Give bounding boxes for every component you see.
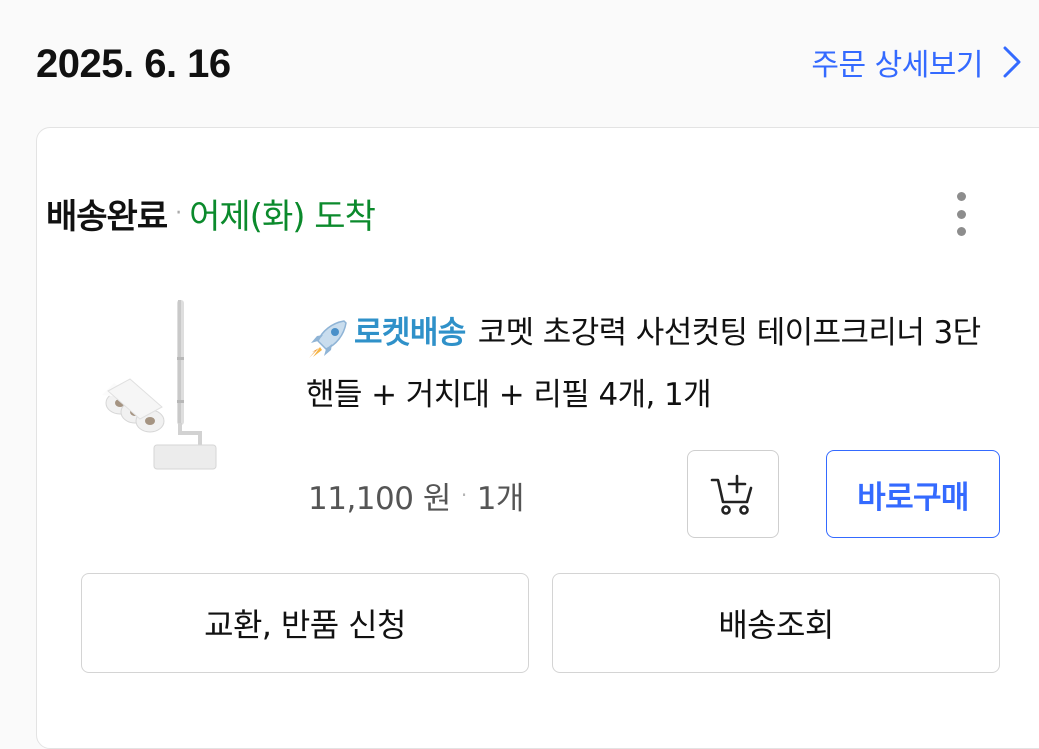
rocket-delivery-badge: 로켓배송 [306, 302, 478, 364]
order-detail-link[interactable]: 주문 상세보기 [811, 38, 1027, 86]
product-title[interactable]: 로켓배송 코멧 초강력 사선컷팅 테이프크리너 3단 핸들 + 거치대 + 리필… [306, 302, 996, 426]
delivery-tracking-button[interactable]: 배송조회 [552, 573, 1000, 673]
add-to-cart-button[interactable] [687, 450, 779, 538]
buy-now-button[interactable]: 바로구매 [826, 450, 1000, 538]
delivery-status-label: 배송완료 [46, 196, 168, 237]
delivery-status: 배송완료 · 어제(화) 도착 [46, 188, 376, 238]
product-price: 11,100 원 [308, 480, 451, 517]
product-image[interactable] [92, 295, 222, 480]
rocket-delivery-label: 로켓배송 [354, 315, 466, 351]
price-row: 11,100 원 · 1개 [308, 470, 524, 520]
lint-roller-icon [102, 300, 217, 470]
order-detail-link-label: 주문 상세보기 [811, 48, 983, 83]
product-quantity: 1개 [476, 480, 525, 517]
rocket-icon [309, 320, 347, 358]
exchange-return-button[interactable]: 교환, 반품 신청 [81, 573, 529, 673]
price-separator: · [460, 483, 467, 507]
arrival-date: 어제(화) 도착 [189, 196, 376, 237]
more-vertical-icon[interactable] [945, 188, 977, 240]
status-separator: · [175, 200, 182, 226]
add-to-cart-icon [710, 474, 753, 515]
order-date: 2025. 6. 16 [36, 42, 231, 86]
chevron-right-icon [1001, 38, 1027, 86]
